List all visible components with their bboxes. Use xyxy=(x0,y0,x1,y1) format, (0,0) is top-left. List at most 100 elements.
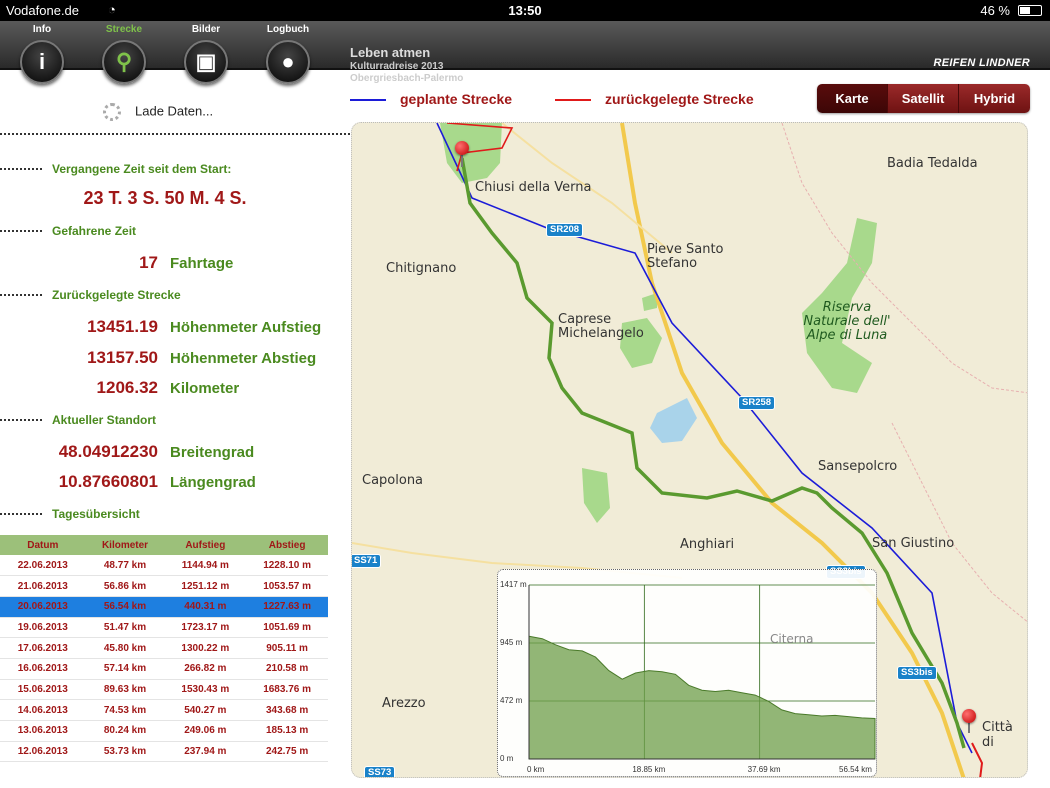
cell-ascent: 1251.12 m xyxy=(164,575,247,597)
table-row[interactable]: 19.06.2013 51.47 km 1723.17 m 1051.69 m xyxy=(0,617,328,639)
location-label: Aktueller Standort xyxy=(52,413,157,427)
cell-km: 74.53 km xyxy=(85,699,165,721)
place-label: Arezzo xyxy=(382,696,426,711)
trip-subtitle: Kulturradreise 2013 xyxy=(350,61,444,72)
cell-ascent: 440.31 m xyxy=(164,596,247,618)
place-label: Anghiari xyxy=(680,537,735,552)
place-label: Capolona xyxy=(362,473,424,488)
place-label: Citerna xyxy=(770,632,814,646)
battery-percentage: 46 % xyxy=(980,3,1010,18)
cell-date: 20.06.2013 xyxy=(0,596,86,618)
map-type-karte[interactable]: Karte xyxy=(817,84,888,113)
elevation-chart xyxy=(528,584,876,760)
column-header-date: Datum xyxy=(0,535,86,555)
legend-traveled-label: zurückgelegte Strecke xyxy=(605,91,754,107)
nav-logbuch-label: Logbuch xyxy=(266,24,310,35)
table-row[interactable]: 22.06.2013 48.77 km 1144.94 m 1228.10 m xyxy=(0,555,328,577)
cell-descent: 343.68 m xyxy=(246,699,328,721)
nav-logbuch-button[interactable]: Logbuch ● xyxy=(253,24,323,84)
cell-km: 89.63 km xyxy=(85,679,165,701)
legend-planned-label: geplante Strecke xyxy=(400,91,513,107)
cell-date: 17.06.2013 xyxy=(0,637,86,659)
elevation-profile: Citerna 1417 m 945 m 472 m 0 m 0 km 18.85 km 3… xyxy=(497,569,877,777)
traveled-line-swatch xyxy=(555,99,591,102)
cell-km: 48.77 km xyxy=(85,555,165,577)
table-row[interactable]: 21.06.2013 56.86 km 1251.12 m 1053.57 m xyxy=(0,575,328,597)
search-icon: ⚲ xyxy=(102,40,146,84)
daily-overview-label: Tagesübersicht xyxy=(52,507,140,521)
longitude-value: 10.87660801 xyxy=(58,472,158,491)
cell-date: 14.06.2013 xyxy=(0,699,86,721)
descent-unit: Höhenmeter Abstieg xyxy=(170,350,317,367)
place-label: Chitignano xyxy=(386,261,457,276)
elevation-area xyxy=(528,635,876,760)
cell-date: 16.06.2013 xyxy=(0,658,86,680)
cell-km: 57.14 km xyxy=(85,658,165,680)
top-toolbar: Info i Strecke ⚲ Bilder ▣ Logbuch ● Lebe… xyxy=(0,21,1050,84)
cell-descent: 1683.76 m xyxy=(246,679,328,701)
latitude-value: 48.04912230 xyxy=(58,442,158,461)
cell-ascent: 237.94 m xyxy=(164,741,247,763)
latitude-unit: Breitengrad xyxy=(170,444,255,461)
column-header-ascent: Aufstieg xyxy=(164,535,247,555)
cell-date: 13.06.2013 xyxy=(0,720,86,742)
y-tick-label: 472 m xyxy=(500,696,523,705)
table-row[interactable]: 17.06.2013 45.80 km 1300.22 m 905.11 m xyxy=(0,637,328,659)
table-row[interactable]: 12.06.2013 53.73 km 237.94 m 242.75 m xyxy=(0,741,328,763)
table-row[interactable]: 14.06.2013 74.53 km 540.27 m 343.68 m xyxy=(0,699,328,721)
map-type-hybrid[interactable]: Hybrid xyxy=(959,84,1030,113)
table-header-row: Datum Kilometer Aufstieg Abstieg xyxy=(0,535,328,555)
divider xyxy=(0,513,42,515)
elapsed-label: Vergangene Zeit seit dem Start: xyxy=(52,162,232,176)
cell-date: 21.06.2013 xyxy=(0,575,86,597)
map-type-satellit[interactable]: Satellit xyxy=(888,84,959,113)
nav-bilder-label: Bilder xyxy=(191,24,221,35)
longitude-unit: Längengrad xyxy=(170,474,256,491)
ride-days-unit: Fahrtage xyxy=(170,255,234,272)
y-tick-label: 0 m xyxy=(500,754,514,763)
cell-km: 56.54 km xyxy=(85,596,165,618)
column-header-km: Kilometer xyxy=(85,535,165,555)
nav-info-button[interactable]: Info i xyxy=(7,24,77,84)
legend-planned: geplante Strecke xyxy=(350,91,512,107)
cell-descent: 1227.63 m xyxy=(246,596,328,618)
cell-descent: 242.75 m xyxy=(246,741,328,763)
cell-ascent: 1530.43 m xyxy=(164,679,247,701)
clock: 13:50 xyxy=(508,3,542,18)
table-row[interactable]: 15.06.2013 89.63 km 1530.43 m 1683.76 m xyxy=(0,679,328,701)
table-row[interactable]: 20.06.2013 56.54 km 440.31 m 1227.63 m xyxy=(0,596,328,618)
cell-descent: 185.13 m xyxy=(246,720,328,742)
table-row[interactable]: 16.06.2013 57.14 km 266.82 m 210.58 m xyxy=(0,658,328,680)
end-pin-icon[interactable] xyxy=(962,709,976,723)
cell-descent: 1053.57 m xyxy=(246,575,328,597)
planned-line-swatch xyxy=(350,99,386,102)
trip-route: Obergriesbach-Palermo xyxy=(350,73,464,84)
start-pin-icon[interactable] xyxy=(455,141,469,155)
place-label: San Giustino xyxy=(872,536,955,551)
loading-indicator: Lade Daten... xyxy=(103,103,213,121)
park-area xyxy=(440,123,502,183)
place-label: Sansepolcro xyxy=(818,459,898,474)
cell-date: 22.06.2013 xyxy=(0,555,86,577)
start-pin-stem xyxy=(461,153,463,167)
road-badge: SR258 xyxy=(738,396,776,410)
park-label: Riserva Naturale dell' Alpe di Luna xyxy=(803,300,891,343)
descent-value: 13157.50 xyxy=(87,348,158,367)
cell-ascent: 1300.22 m xyxy=(164,637,247,659)
cell-date: 19.06.2013 xyxy=(0,617,86,639)
brand-logo: REIFEN LINDNER xyxy=(933,57,1030,69)
divider xyxy=(0,168,42,170)
distance-label: Zurückgelegte Strecke xyxy=(52,288,181,302)
cell-descent: 1051.69 m xyxy=(246,617,328,639)
nav-strecke-button[interactable]: Strecke ⚲ xyxy=(89,24,159,84)
road-badge: SS71 xyxy=(352,554,382,568)
table-row[interactable]: 13.06.2013 80.24 km 249.06 m 185.13 m xyxy=(0,720,328,742)
road-badge: SS3bis xyxy=(897,666,937,680)
user-icon: ● xyxy=(266,40,310,84)
map-type-selector: Karte Satellit Hybrid xyxy=(817,84,1030,113)
nav-bilder-button[interactable]: Bilder ▣ xyxy=(171,24,241,84)
place-label: Città di xyxy=(982,720,1013,750)
info-icon: i xyxy=(20,40,64,84)
place-label: Badia Tedalda xyxy=(887,156,978,171)
ride-days-value: 17 xyxy=(139,253,158,272)
